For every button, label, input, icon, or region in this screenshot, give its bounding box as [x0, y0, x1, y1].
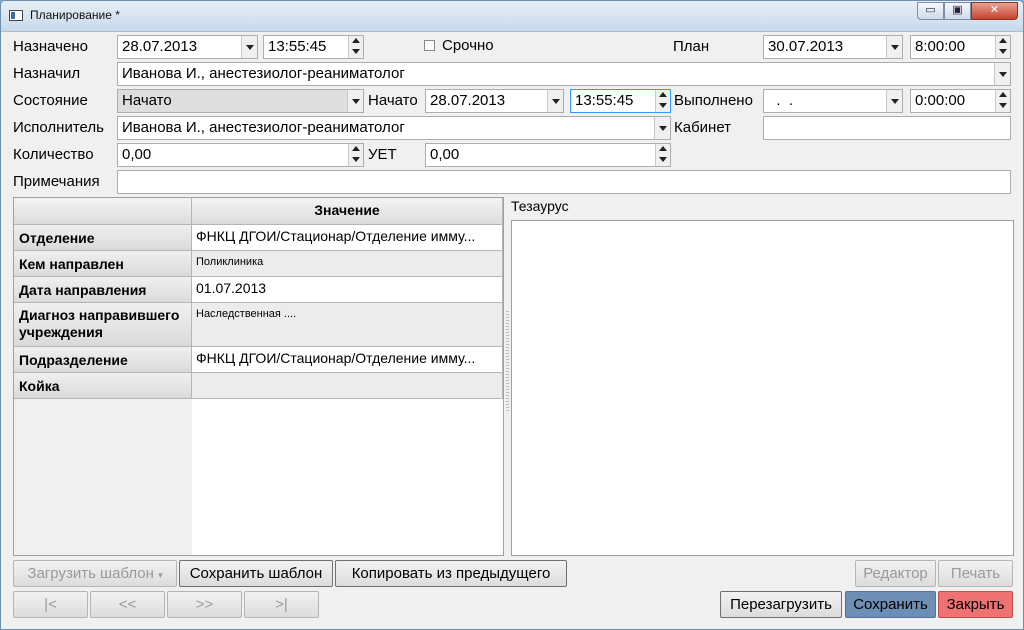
uet-value: 0,00 [430, 146, 460, 163]
executor-value: Иванова И., анестезиолог-реаниматолог [122, 119, 405, 136]
maximize-button[interactable]: ▣ [944, 2, 971, 20]
grid-row-label: Дата направления [14, 277, 192, 303]
done-date-picker[interactable]: . . [763, 89, 903, 113]
previous-record-button[interactable]: << [90, 591, 165, 618]
close-button[interactable]: Закрыть [938, 591, 1013, 618]
quantity-label: Количество [13, 146, 94, 163]
grid-row-value[interactable]: Наследственная .... [192, 303, 503, 347]
started-time-value: 13:55:45 [575, 92, 634, 109]
splitter-handle[interactable] [506, 311, 509, 411]
title-bar: Планирование * ▭ ▣ ✕ [1, 1, 1023, 32]
urgent-checkbox[interactable] [424, 40, 435, 51]
done-label: Выполнено [674, 92, 753, 109]
property-grid: Значение Отделение ФНКЦ ДГОИ/Стационар/О… [13, 197, 504, 556]
done-time-spinner[interactable]: 0:00:00 [910, 89, 1011, 113]
notes-label: Примечания [13, 173, 100, 190]
spinner-arrows-icon[interactable] [655, 90, 670, 112]
done-date-value: . . [768, 92, 794, 109]
grid-row-label: Отделение [14, 225, 192, 251]
planning-window: Планирование * ▭ ▣ ✕ Назначено 28.07.201… [0, 0, 1024, 630]
window-title: Планирование * [30, 8, 120, 22]
close-window-button[interactable]: ✕ [971, 2, 1018, 20]
grid-row-label: Диагноз направившего учреждения [14, 303, 192, 347]
assigned-by-value: Иванова И., анестезиолог-реаниматолог [122, 65, 405, 82]
started-time-spinner[interactable]: 13:55:45 [570, 89, 671, 113]
state-label: Состояние [13, 92, 88, 109]
done-time-value: 0:00:00 [915, 92, 966, 109]
chevron-down-icon[interactable] [886, 36, 902, 58]
quantity-spinner[interactable]: 0,00 [117, 143, 364, 167]
plan-date-value: 30.07.2013 [768, 38, 844, 55]
cabinet-input[interactable] [763, 116, 1011, 140]
first-record-button[interactable]: |< [13, 591, 88, 618]
cabinet-label: Кабинет [674, 119, 732, 136]
started-date-value: 28.07.2013 [430, 92, 506, 109]
plan-time-value: 8:00:00 [915, 38, 966, 55]
plan-label: План [673, 38, 710, 55]
chevron-down-icon[interactable] [241, 36, 257, 58]
thesaurus-label: Тезаурус [511, 198, 569, 214]
grid-row-label: Подразделение [14, 347, 192, 373]
grid-row-label-line2: учреждения [19, 324, 103, 340]
quantity-value: 0,00 [122, 146, 152, 163]
grid-value-header[interactable]: Значение [192, 198, 503, 225]
notes-input[interactable] [117, 170, 1011, 194]
urgent-label[interactable]: Срочно [442, 37, 494, 54]
grid-row-value[interactable] [192, 373, 503, 399]
started-date-picker[interactable]: 28.07.2013 [425, 89, 564, 113]
save-template-button[interactable]: Сохранить шаблон [179, 560, 333, 587]
grid-row-value[interactable]: ФНКЦ ДГОИ/Стационар/Отделение имму... [192, 347, 503, 373]
load-template-label: Загрузить шаблон [27, 565, 154, 582]
grid-row-value[interactable]: 01.07.2013 [192, 277, 503, 303]
uet-label: УЕТ [368, 146, 397, 163]
next-record-button[interactable]: >> [167, 591, 242, 618]
assigned-time-spinner[interactable]: 13:55:45 [263, 35, 364, 59]
state-select[interactable]: Начато [117, 89, 364, 113]
assigned-date-value: 28.07.2013 [122, 38, 198, 55]
copy-previous-button[interactable]: Копировать из предыдущего [335, 560, 567, 587]
reload-button[interactable]: Перезагрузить [720, 591, 842, 618]
chevron-down-icon[interactable] [547, 90, 563, 112]
spinner-arrows-icon[interactable] [348, 36, 363, 58]
grid-row-header-filler [14, 399, 192, 555]
plan-date-picker[interactable]: 30.07.2013 [763, 35, 903, 59]
grid-row-value[interactable]: Поликлиника [192, 251, 503, 277]
grid-row-label-line1: Диагноз направившего [19, 307, 180, 323]
assigned-by-label: Назначил [13, 65, 81, 82]
app-icon [9, 10, 23, 21]
executor-select[interactable]: Иванова И., анестезиолог-реаниматолог [117, 116, 671, 140]
editor-button[interactable]: Редактор [855, 560, 936, 587]
spinner-arrows-icon[interactable] [655, 144, 670, 166]
chevron-down-icon[interactable] [347, 90, 363, 112]
assigned-time-value: 13:55:45 [268, 38, 327, 55]
save-button[interactable]: Сохранить [845, 591, 936, 618]
spinner-arrows-icon[interactable] [995, 36, 1010, 58]
chevron-down-icon[interactable] [886, 90, 902, 112]
state-value: Начато [122, 92, 172, 109]
thesaurus-panel[interactable] [511, 220, 1014, 556]
plan-time-spinner[interactable]: 8:00:00 [910, 35, 1011, 59]
grid-corner-header [14, 198, 192, 225]
minimize-button[interactable]: ▭ [917, 2, 944, 20]
chevron-down-icon: ▾ [158, 570, 163, 580]
last-record-button[interactable]: >| [244, 591, 319, 618]
grid-row-label: Койка [14, 373, 192, 399]
executor-label: Исполнитель [13, 119, 104, 136]
assigned-label: Назначено [13, 38, 88, 55]
uet-spinner[interactable]: 0,00 [425, 143, 671, 167]
print-button[interactable]: Печать [938, 560, 1013, 587]
spinner-arrows-icon[interactable] [348, 144, 363, 166]
load-template-button[interactable]: Загрузить шаблон ▾ [13, 560, 177, 587]
started-label: Начато [368, 92, 418, 109]
grid-row-label: Кем направлен [14, 251, 192, 277]
assigned-by-select[interactable]: Иванова И., анестезиолог-реаниматолог [117, 62, 1011, 86]
grid-row-value[interactable]: ФНКЦ ДГОИ/Стационар/Отделение имму... [192, 225, 503, 251]
assigned-date-picker[interactable]: 28.07.2013 [117, 35, 258, 59]
chevron-down-icon[interactable] [654, 117, 670, 139]
chevron-down-icon[interactable] [994, 63, 1010, 85]
spinner-arrows-icon[interactable] [995, 90, 1010, 112]
